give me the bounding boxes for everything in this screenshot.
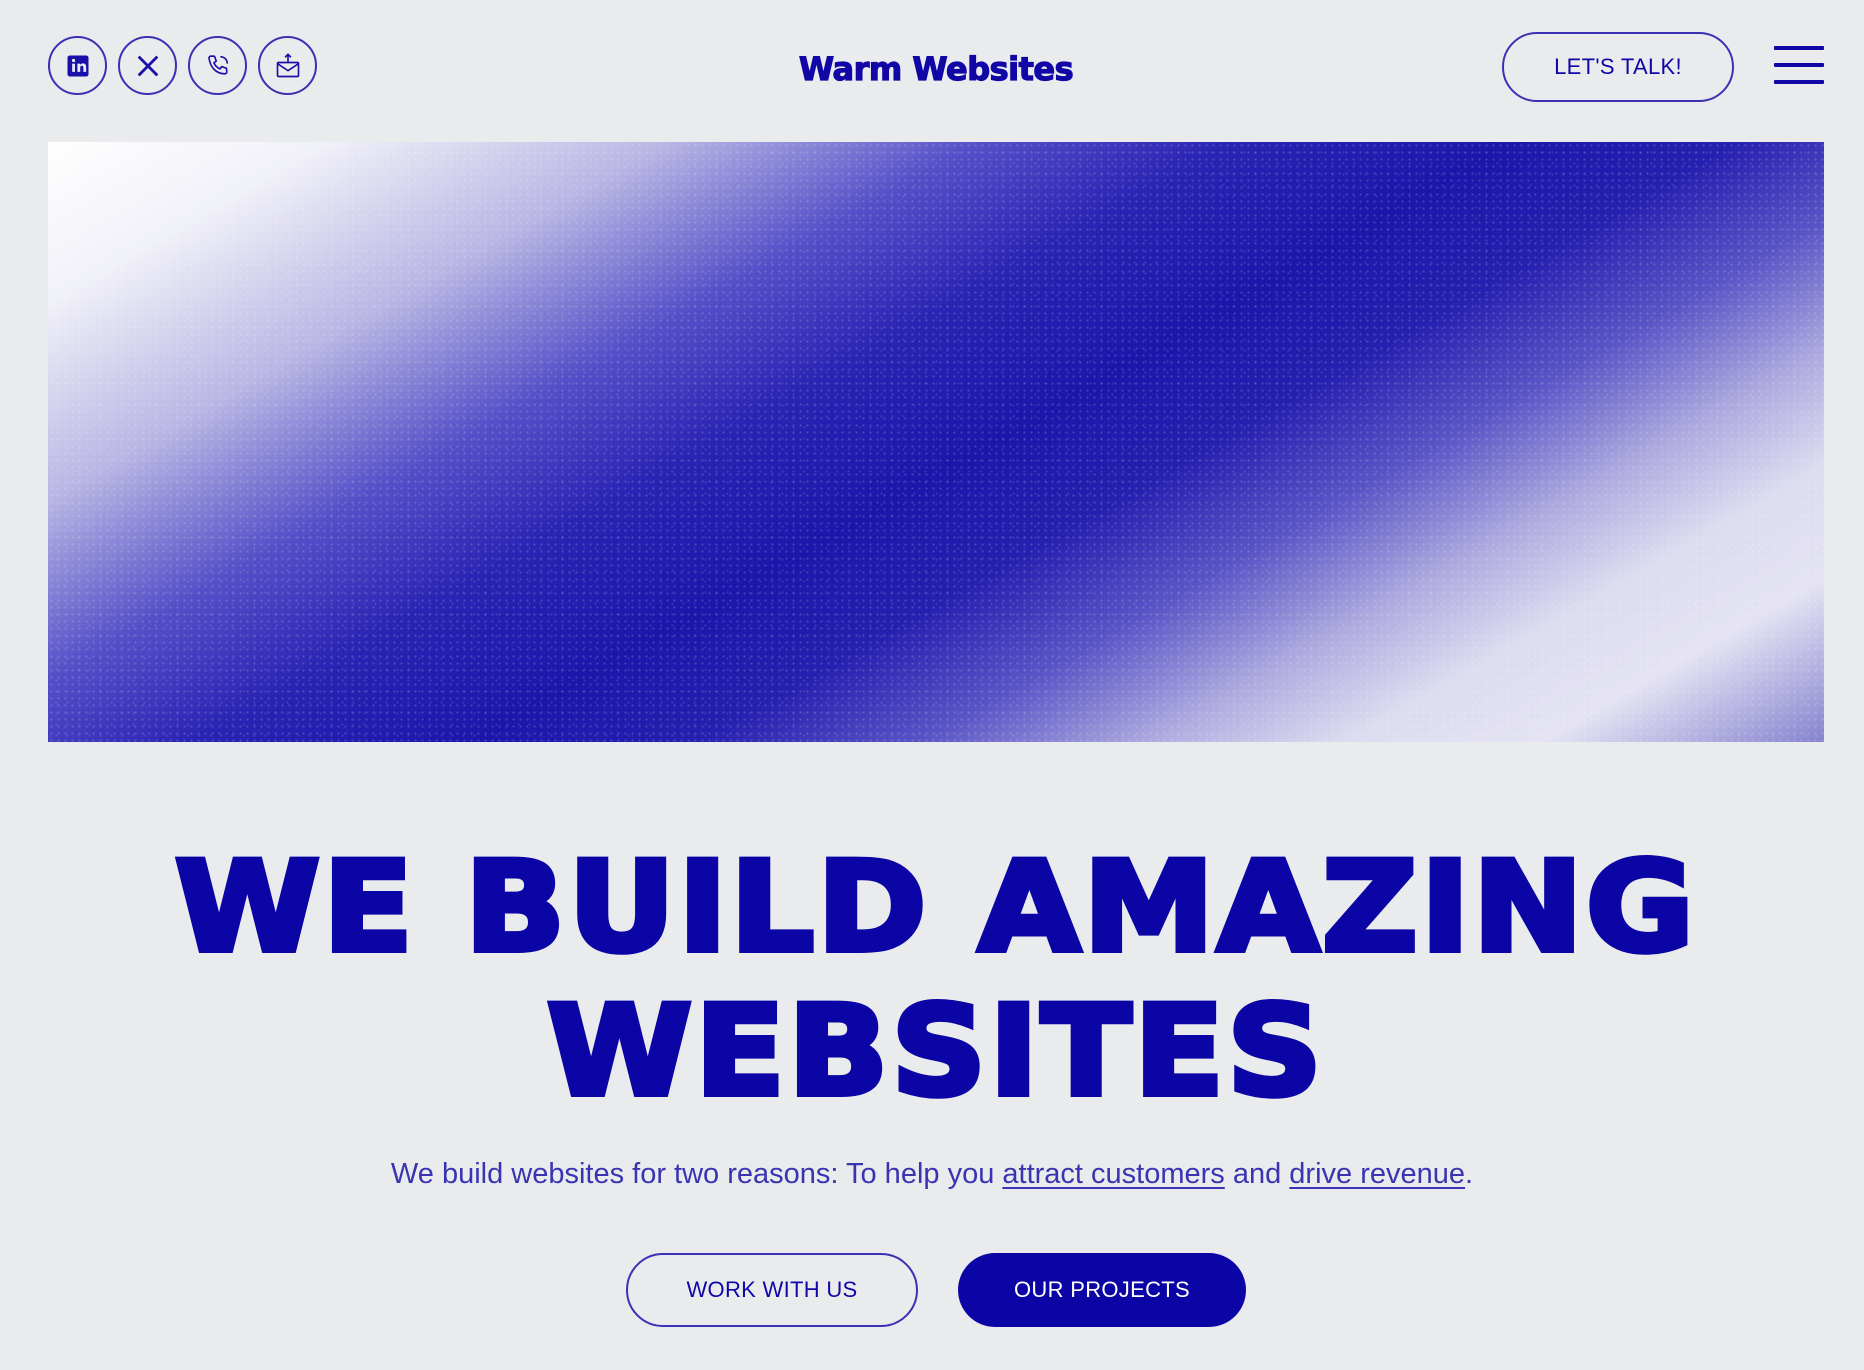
site-header: Warm Websites LET'S TALK!	[0, 0, 1864, 140]
headline-line-1: WE BUILD AMAZING	[172, 833, 1698, 983]
attract-customers-link[interactable]: attract customers	[1002, 1158, 1224, 1190]
subtext-prefix: We build websites for two reasons: To he…	[390, 1158, 1003, 1190]
hero-headline: WE BUILD AMAZING WEBSITES	[0, 833, 1864, 1127]
hero-cta-row: WORK WITH US OUR PROJECTS	[626, 1253, 1246, 1327]
drive-revenue-link[interactable]: drive revenue	[1289, 1158, 1465, 1190]
headline-line-2: WEBSITES	[544, 977, 1326, 1127]
hamburger-menu-icon[interactable]	[1774, 46, 1824, 84]
our-projects-button[interactable]: OUR PROJECTS	[958, 1253, 1246, 1327]
work-with-us-button[interactable]: WORK WITH US	[626, 1253, 918, 1327]
lets-talk-button[interactable]: LET'S TALK!	[1502, 32, 1734, 102]
hero-gradient-image	[48, 142, 1824, 742]
subtext-suffix: .	[1465, 1158, 1474, 1190]
grain-overlay	[48, 142, 1824, 742]
hero-subtext: We build websites for two reasons: To he…	[0, 1158, 1864, 1191]
subtext-mid: and	[1224, 1158, 1290, 1190]
